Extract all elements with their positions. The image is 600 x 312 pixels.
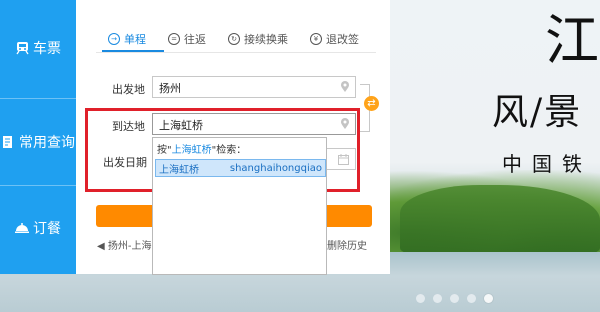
tab-label: 单程 [124, 33, 146, 46]
document-icon [1, 135, 15, 149]
arrow-circle-icon: → [108, 33, 120, 45]
active-tab-indicator [102, 50, 164, 52]
tab-transfer[interactable]: ↻ 接续换乘 [228, 31, 288, 47]
from-label: 出发地 [112, 83, 145, 96]
hint-suffix: "检索： [211, 145, 247, 156]
hint-query: 上海虹桥 [171, 145, 212, 156]
train-icon [15, 41, 29, 55]
tab-label: 往返 [184, 33, 206, 46]
refresh-circle-icon: ↻ [228, 33, 240, 45]
tab-refund-change[interactable]: ¥ 退改签 [310, 31, 359, 47]
banner-big-char: 江 [545, 9, 599, 72]
trip-type-tabs: → 单程 = 往返 ↻ 接续换乘 ¥ 退改签 [108, 31, 359, 47]
sidebar-item-label: 订餐 [33, 221, 61, 237]
carousel-dot-active[interactable] [484, 294, 493, 303]
carousel-dot[interactable] [467, 294, 476, 303]
swap-stations-button[interactable]: ⇄ [364, 96, 379, 111]
sidebar-item-tickets[interactable]: 车票 [0, 18, 76, 78]
equal-circle-icon: = [168, 33, 180, 45]
carousel-dot[interactable] [416, 294, 425, 303]
carousel-dots [416, 294, 493, 303]
banner-subtitle: 风/景 [492, 92, 583, 133]
carousel-dot[interactable] [433, 294, 442, 303]
delete-history-link[interactable]: 删除历史 [327, 237, 367, 252]
sidebar-item-label: 常用查询 [19, 135, 75, 151]
sidebar-item-common-queries[interactable]: 常用查询 [0, 98, 76, 186]
tab-one-way[interactable]: → 单程 [108, 31, 146, 47]
tab-label: 退改签 [326, 33, 359, 46]
banner-trees [400, 185, 600, 255]
search-hint: 按"上海虹桥"检索： [157, 141, 246, 156]
history-item[interactable]: ◀ 扬州-上海 [97, 237, 151, 252]
tab-round-trip[interactable]: = 往返 [168, 31, 206, 47]
carousel-dot[interactable] [450, 294, 459, 303]
suggestion-pinyin: shanghaihongqiao [229, 162, 322, 174]
suggestion-item[interactable]: 上海虹桥 shanghaihongqiao [155, 159, 326, 177]
tab-divider [96, 52, 376, 53]
from-station-value: 扬州 [159, 82, 181, 95]
suggestion-name: 上海虹桥 [159, 164, 199, 176]
from-station-input[interactable]: 扬州 [152, 76, 356, 98]
sidebar-item-meal[interactable]: 订餐 [0, 198, 76, 258]
location-pin-icon [341, 81, 349, 92]
dish-icon [15, 221, 29, 235]
tab-label: 接续换乘 [244, 33, 288, 46]
swap-icon: ⇄ [367, 98, 376, 109]
hint-prefix: 按" [157, 145, 172, 156]
sidebar-item-label: 车票 [33, 41, 61, 57]
refund-circle-icon: ¥ [310, 33, 322, 45]
banner-tagline: 中国铁 [502, 152, 592, 176]
station-suggestion-dropdown: 按"上海虹桥"检索： 上海虹桥 shanghaihongqiao [152, 137, 327, 275]
